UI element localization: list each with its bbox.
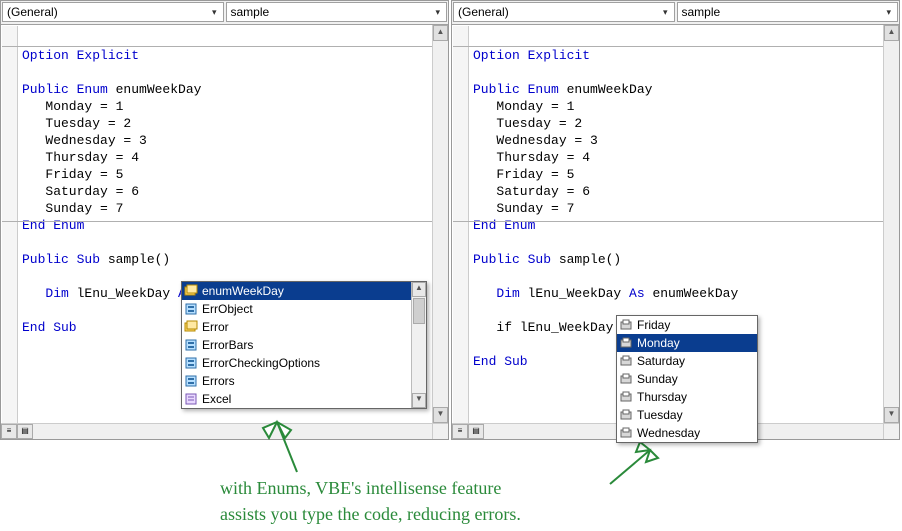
chevron-down-icon: ▾ [433, 7, 442, 18]
intellisense-item[interactable]: Sunday [617, 370, 757, 388]
intellisense-popup[interactable]: Friday Monday Saturday Sunday Thursday Tuesda… [616, 315, 758, 443]
horizontal-scrollbar[interactable]: ≡ ▤ [1, 423, 432, 439]
scope-combo-value: (General) [458, 5, 509, 19]
chevron-down-icon: ▾ [210, 7, 219, 18]
section-divider [2, 221, 432, 222]
intellisense-item[interactable]: Wednesday [617, 424, 757, 442]
intellisense-item-label: Sunday [637, 372, 678, 386]
code-margin [2, 26, 18, 423]
const-icon [619, 426, 633, 440]
procedure-combo-value: sample [682, 5, 721, 19]
full-module-view-button[interactable]: ▤ [468, 424, 484, 439]
intellisense-scrollbar[interactable]: ▲ ▼ [411, 282, 426, 408]
chevron-down-icon: ▾ [884, 7, 893, 18]
class-icon [184, 356, 198, 370]
intellisense-item-label: Thursday [637, 390, 687, 404]
intellisense-item[interactable]: ErrorCheckingOptions [182, 354, 411, 372]
intellisense-item-label: Saturday [637, 354, 685, 368]
const-icon [619, 390, 633, 404]
intellisense-item[interactable]: Saturday [617, 352, 757, 370]
intellisense-item-label: Excel [202, 392, 231, 406]
intellisense-item-label: Monday [637, 336, 680, 350]
intellisense-item-label: ErrorBars [202, 338, 253, 352]
intellisense-item[interactable]: Tuesday [617, 406, 757, 424]
intellisense-item[interactable]: ErrObject [182, 300, 411, 318]
class-icon [184, 374, 198, 388]
scope-combo[interactable]: (General) ▾ [453, 2, 675, 22]
scroll-down-button[interactable]: ▼ [884, 407, 899, 423]
procedure-view-button[interactable]: ≡ [1, 424, 17, 439]
const-icon [619, 318, 633, 332]
caption-line-2: assists you type the code, reducing erro… [220, 501, 521, 527]
scroll-up-button[interactable]: ▲ [433, 25, 448, 41]
const-icon [619, 354, 633, 368]
annotation-caption: with Enums, VBE's intellisense feature a… [220, 475, 521, 527]
code-margin [453, 26, 469, 423]
scroll-up-button[interactable]: ▲ [412, 282, 426, 297]
intellisense-item[interactable]: Monday [617, 334, 757, 352]
vertical-scrollbar[interactable]: ▲ ▼ [432, 25, 448, 423]
intellisense-item-label: Tuesday [637, 408, 683, 422]
scrollbar-thumb[interactable] [413, 298, 425, 324]
intellisense-item[interactable]: Error [182, 318, 411, 336]
const-icon [619, 408, 633, 422]
intellisense-item[interactable]: ErrorBars [182, 336, 411, 354]
enum-icon [184, 320, 198, 334]
intellisense-item[interactable]: Errors [182, 372, 411, 390]
module-icon [184, 392, 198, 406]
intellisense-item-label: Wednesday [637, 426, 700, 440]
procedure-combo-value: sample [231, 5, 270, 19]
intellisense-item-label: ErrObject [202, 302, 253, 316]
const-icon [619, 372, 633, 386]
editor-toolbar: (General) ▾ sample ▾ [452, 1, 899, 25]
intellisense-popup[interactable]: enumWeekDay ErrObject Error ErrorBars ErrorC… [181, 281, 427, 409]
procedure-combo[interactable]: sample ▾ [677, 2, 899, 22]
scroll-down-button[interactable]: ▼ [433, 407, 448, 423]
enum-icon [184, 284, 198, 298]
class-icon [184, 302, 198, 316]
vbe-editor-left: (General) ▾ sample ▾ Option Explicit Pub… [0, 0, 449, 440]
scrollbar-corner [883, 423, 899, 439]
intellisense-item-label: Errors [202, 374, 235, 388]
vbe-editor-right: (General) ▾ sample ▾ Option Explicit Pub… [451, 0, 900, 440]
scroll-up-button[interactable]: ▲ [884, 25, 899, 41]
const-icon [619, 336, 633, 350]
intellisense-item[interactable]: Thursday [617, 388, 757, 406]
annotation-arrow-icon [257, 408, 317, 480]
scrollbar-corner [432, 423, 448, 439]
intellisense-item-label: Friday [637, 318, 670, 332]
procedure-view-button[interactable]: ≡ [452, 424, 468, 439]
intellisense-item[interactable]: Excel [182, 390, 411, 408]
intellisense-item-label: enumWeekDay [202, 284, 284, 298]
procedure-combo[interactable]: sample ▾ [226, 2, 448, 22]
editor-toolbar: (General) ▾ sample ▾ [1, 1, 448, 25]
annotation-arrow-icon [600, 440, 670, 490]
intellisense-item-label: ErrorCheckingOptions [202, 356, 320, 370]
intellisense-item-label: Error [202, 320, 229, 334]
scroll-down-button[interactable]: ▼ [412, 393, 426, 408]
scope-combo[interactable]: (General) ▾ [2, 2, 224, 22]
class-icon [184, 338, 198, 352]
full-module-view-button[interactable]: ▤ [17, 424, 33, 439]
chevron-down-icon: ▾ [661, 7, 670, 18]
scope-combo-value: (General) [7, 5, 58, 19]
section-divider [453, 221, 883, 222]
intellisense-item[interactable]: enumWeekDay [182, 282, 411, 300]
vertical-scrollbar[interactable]: ▲ ▼ [883, 25, 899, 423]
intellisense-item[interactable]: Friday [617, 316, 757, 334]
